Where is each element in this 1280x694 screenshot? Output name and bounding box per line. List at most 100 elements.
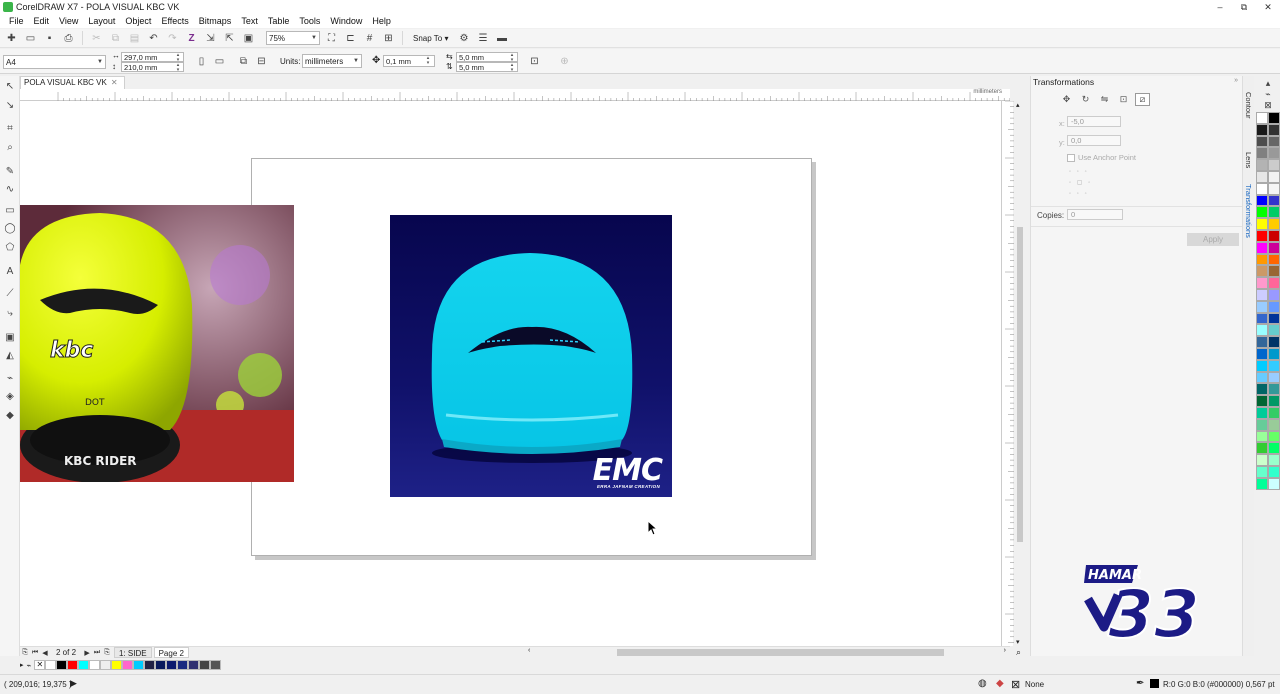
menu-layout[interactable]: Layout <box>83 16 120 26</box>
palette-color-swatch[interactable] <box>1256 135 1268 148</box>
skew-icon[interactable]: ⧄ <box>1135 93 1150 106</box>
portrait-icon[interactable]: ▯ <box>194 54 209 69</box>
palette-color-swatch[interactable] <box>1268 218 1280 230</box>
color-proof-icon[interactable]: ◍ <box>978 678 987 689</box>
text-tool-icon[interactable]: A <box>3 264 17 278</box>
application-launcher-icon[interactable]: ☰ <box>475 31 490 46</box>
horizontal-ruler[interactable]: millimeters <box>20 89 1010 101</box>
welcome-screen-icon[interactable]: ▬ <box>494 31 509 46</box>
options-icon[interactable]: ⚙ <box>456 31 471 46</box>
palette-color-swatch[interactable] <box>1268 465 1280 478</box>
import-icon[interactable]: ⇲ <box>203 31 218 46</box>
palette-color-swatch[interactable] <box>1268 336 1280 348</box>
maximize-button[interactable]: ⧉ <box>1232 0 1256 14</box>
contour-docker-tab[interactable]: Contour <box>1244 92 1253 119</box>
page-height-field[interactable]: 210,0 mm <box>121 62 184 72</box>
document-color-swatch[interactable] <box>122 660 134 670</box>
anchor-point-grid-icon[interactable]: ◦ ◦ ◦ ◦ ▢ ◦ ◦ ◦ ◦ <box>1069 167 1092 200</box>
x-field[interactable]: -5,0 <box>1067 116 1121 127</box>
menu-window[interactable]: Window <box>325 16 367 26</box>
pick-tool-icon[interactable]: ↖ <box>3 79 17 93</box>
scroll-left-icon[interactable]: ‹ <box>528 647 530 654</box>
palette-color-swatch[interactable] <box>1268 324 1280 337</box>
palette-color-swatch[interactable] <box>1256 477 1268 490</box>
palette-color-swatch[interactable] <box>1268 241 1280 254</box>
interactive-fill-tool-icon[interactable]: ◈ <box>3 389 17 403</box>
polygon-tool-icon[interactable]: ⬠ <box>3 240 17 254</box>
palette-color-swatch[interactable] <box>1256 265 1268 278</box>
document-color-swatch[interactable] <box>199 660 211 670</box>
palette-color-swatch[interactable] <box>1256 206 1268 219</box>
page-tab-1[interactable]: 1: SIDE <box>114 647 152 658</box>
palette-color-swatch[interactable] <box>1256 288 1268 301</box>
vertical-ruler[interactable] <box>1001 100 1014 646</box>
crop-tool-icon[interactable]: ⌗ <box>3 121 17 135</box>
connector-tool-icon[interactable]: ⤷ <box>3 306 17 320</box>
palette-color-swatch[interactable] <box>1268 265 1280 278</box>
artistic-media-tool-icon[interactable]: ∿ <box>3 182 17 196</box>
helmet-photo-bitmap[interactable]: kbc DOT KBC RIDER <box>20 205 294 482</box>
scroll-up-icon[interactable]: ▴ <box>1016 101 1020 109</box>
palette-color-swatch[interactable] <box>1268 442 1280 455</box>
rectangle-tool-icon[interactable]: ▭ <box>3 203 17 217</box>
palette-color-swatch[interactable] <box>1256 312 1268 325</box>
palette-color-swatch[interactable] <box>1268 182 1280 195</box>
search-content-icon[interactable]: Z <box>184 31 199 46</box>
page-width-field[interactable]: 297,0 mm <box>121 52 184 62</box>
lens-docker-tab[interactable]: Lens <box>1244 152 1253 168</box>
save-icon[interactable]: ▪ <box>42 31 57 46</box>
eyedropper-icon[interactable]: ⌁ <box>27 661 32 670</box>
nudge-distance-field[interactable]: 0,1 mm <box>383 55 435 67</box>
drop-shadow-tool-icon[interactable]: ▣ <box>3 330 17 344</box>
palette-flyout-icon[interactable]: ▸ <box>20 661 24 669</box>
palette-color-swatch[interactable] <box>1268 347 1280 360</box>
close-tab-icon[interactable]: ✕ <box>111 77 118 89</box>
document-color-swatch[interactable] <box>166 660 178 670</box>
print-icon[interactable]: ⎙ <box>61 31 76 46</box>
document-color-swatch[interactable] <box>133 660 145 670</box>
docker-collapse-icon[interactable]: » <box>1234 77 1238 84</box>
next-page-icon[interactable]: ▶ <box>82 649 92 657</box>
document-color-swatch[interactable] <box>45 660 57 670</box>
palette-color-swatch[interactable] <box>1256 218 1268 230</box>
redo-icon[interactable]: ↷ <box>165 31 180 46</box>
drawing-canvas[interactable]: kbc DOT KBC RIDER EMC ERRA JAFNAM CREATI… <box>20 101 1001 646</box>
palette-color-swatch[interactable] <box>1268 206 1280 219</box>
transformations-docker-tab[interactable]: Transformations <box>1244 184 1253 238</box>
add-page-before-icon[interactable]: ⎘ <box>20 649 30 657</box>
document-color-swatch[interactable] <box>67 660 79 670</box>
palette-color-swatch[interactable] <box>1256 336 1268 348</box>
palette-color-swatch[interactable] <box>1256 300 1268 313</box>
palette-color-swatch[interactable] <box>1256 442 1268 455</box>
menu-edit[interactable]: Edit <box>29 16 55 26</box>
document-tab[interactable]: POLA VISUAL KBC VK ✕ <box>20 76 125 89</box>
scale-mirror-icon[interactable]: ⇋ <box>1097 93 1112 106</box>
palette-color-swatch[interactable] <box>1256 159 1268 171</box>
first-page-icon[interactable]: ⏮ <box>30 649 40 657</box>
palette-color-swatch[interactable] <box>1256 182 1268 195</box>
palette-color-swatch[interactable] <box>1268 477 1280 490</box>
palette-color-swatch[interactable] <box>1256 194 1268 207</box>
show-guidelines-icon[interactable]: ⊞ <box>381 31 396 46</box>
vertical-scroll-thumb[interactable] <box>1017 227 1023 542</box>
status-play-icon[interactable]: ▶ <box>70 678 77 689</box>
document-color-swatch[interactable] <box>210 660 222 670</box>
helmet-render-artwork[interactable]: EMC ERRA JAFNAM CREATION <box>390 215 672 497</box>
document-color-swatch[interactable] <box>111 660 123 670</box>
freehand-tool-icon[interactable]: ✎ <box>3 164 17 178</box>
palette-color-swatch[interactable] <box>1268 170 1280 183</box>
all-pages-icon[interactable]: ⧉ <box>236 54 251 69</box>
document-color-swatch[interactable] <box>100 660 112 670</box>
no-fill-swatch-icon[interactable]: ⊠ <box>1264 100 1272 110</box>
size-icon[interactable]: ⊡ <box>1116 93 1131 106</box>
paste-icon[interactable]: ▤ <box>127 31 142 46</box>
parallel-dimension-tool-icon[interactable]: ⟋ <box>3 286 17 300</box>
document-color-swatch[interactable] <box>155 660 167 670</box>
palette-color-swatch[interactable] <box>1268 159 1280 171</box>
document-color-swatch[interactable] <box>89 660 101 670</box>
palette-color-swatch[interactable] <box>1256 347 1268 360</box>
menu-file[interactable]: File <box>4 16 29 26</box>
palette-color-swatch[interactable] <box>1256 253 1268 266</box>
smart-fill-tool-icon[interactable]: ◆ <box>3 408 17 422</box>
cut-icon[interactable]: ✂ <box>89 31 104 46</box>
